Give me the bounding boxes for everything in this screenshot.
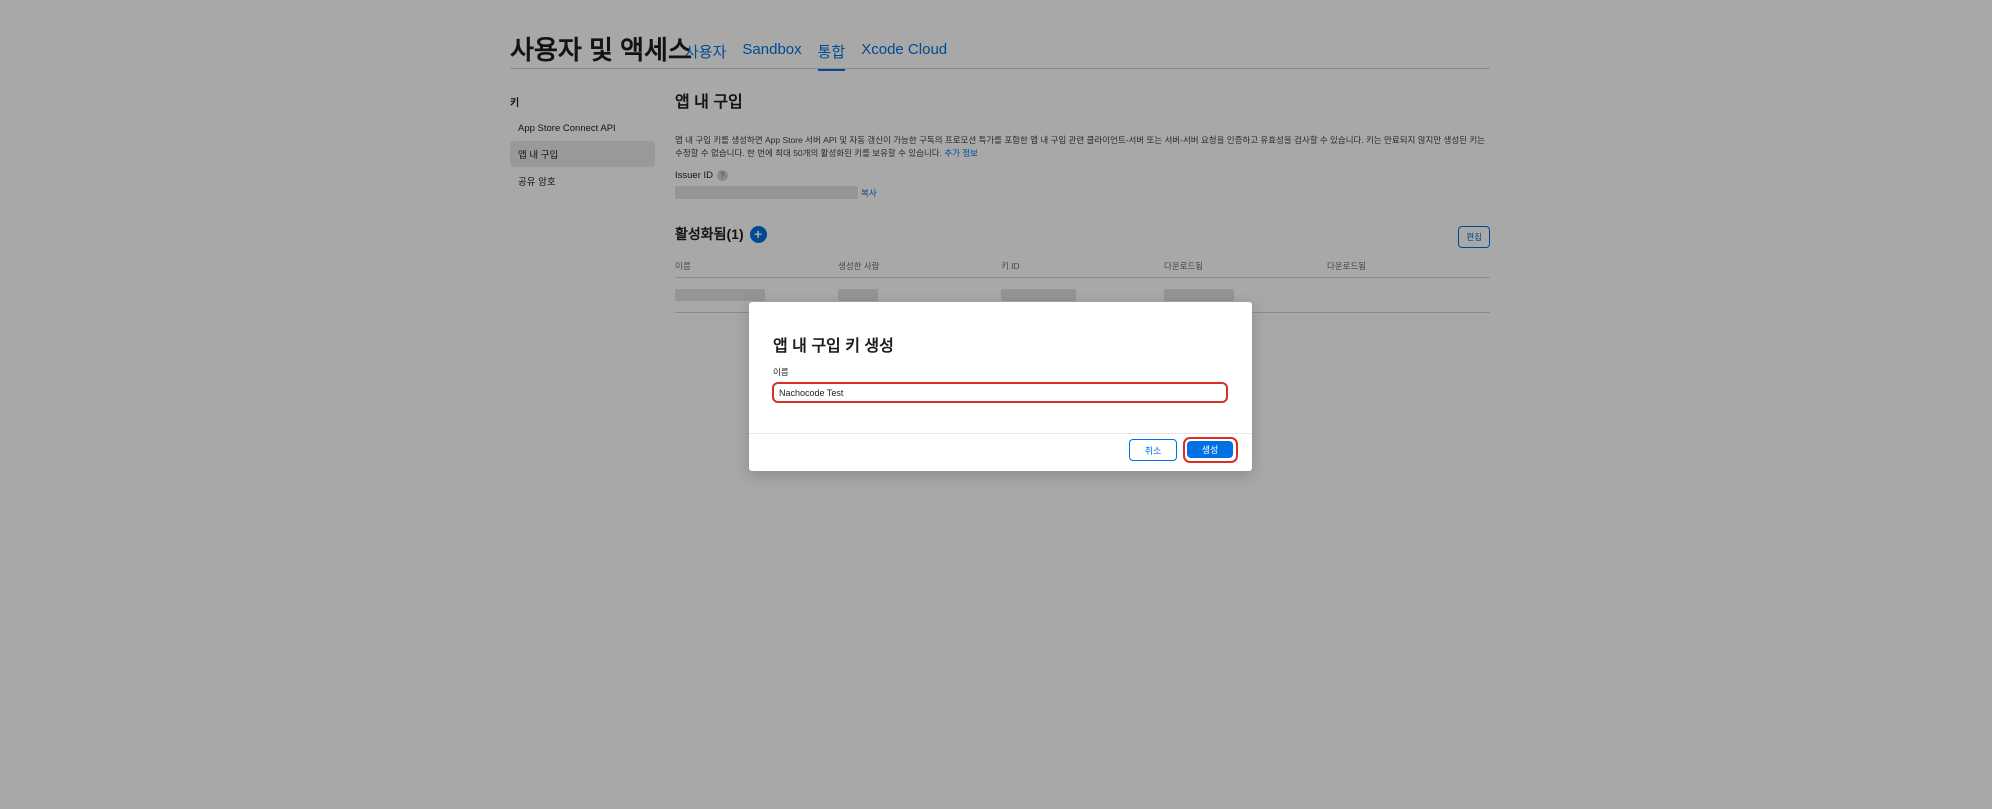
create-button-highlight: 생성 <box>1183 437 1238 463</box>
app-page: 사용자 및 액세스 사용자 Sandbox 통합 Xcode Cloud 키 A… <box>0 0 1992 809</box>
name-field-label: 이름 <box>773 367 789 377</box>
cancel-button[interactable]: 취소 <box>1129 439 1177 461</box>
create-button[interactable]: 생성 <box>1187 441 1233 458</box>
dialog-footer-divider <box>749 433 1252 434</box>
dialog-title: 앱 내 구입 키 생성 <box>773 338 894 355</box>
name-input[interactable] <box>772 382 1228 403</box>
create-key-dialog: 앱 내 구입 키 생성 이름 취소 생성 <box>749 302 1252 471</box>
